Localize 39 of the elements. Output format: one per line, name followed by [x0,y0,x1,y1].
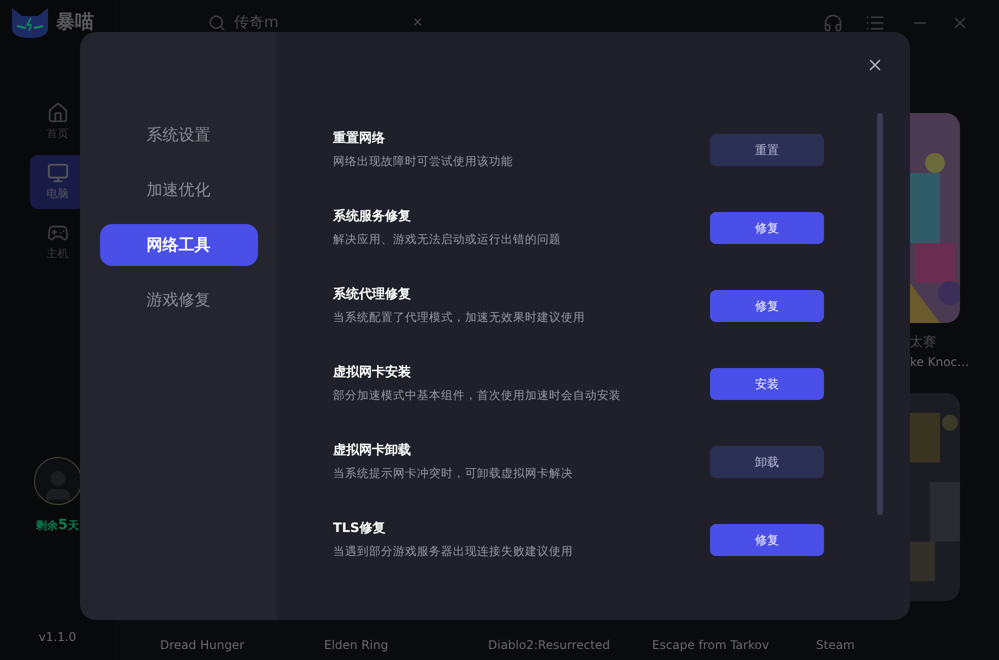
tool-description: 解决应用、游戏无法启动或运行出错的问题 [333,230,562,248]
version-label: v1.1.0 [38,629,76,646]
tool-description: 网络出现故障时可尝试使用该功能 [333,152,514,170]
tool-title: TLS修复 [333,520,387,538]
settings-tab[interactable]: 网络工具 [100,224,258,266]
tool-button[interactable]: 卸载 [710,446,824,478]
support-icon[interactable] [823,12,843,32]
tool-button[interactable]: 修复 [710,524,824,556]
game-subtitle: Diablo2:Resurrected [488,638,610,652]
tool-button[interactable]: 重置 [710,134,824,166]
tool-button[interactable]: 修复 [710,212,824,244]
settings-tab[interactable]: 系统设置 [100,114,258,156]
tool-button[interactable]: 安装 [710,368,824,400]
game-title: 太赛 [910,334,937,352]
tool-description: 当系统提示网卡冲突时，可卸载虚拟网卡解决 [333,464,574,482]
remaining-days: 剩余5天 [36,515,79,536]
settings-tab[interactable]: 游戏修复 [100,279,258,321]
tool-title: 虚拟网卡卸载 [333,442,412,460]
game-subtitle: Dread Hunger [160,638,244,652]
avatar[interactable] [34,457,82,505]
game-subtitle: Steam [816,638,855,652]
home-icon [46,102,68,124]
monitor-icon [46,162,68,184]
search-value: 传奇m [234,12,280,34]
game-subtitle: Escape from Tarkov [652,638,769,652]
search-icon [208,14,226,32]
scrollbar[interactable] [877,113,883,515]
tool-title: 重置网络 [333,130,386,148]
game-subtitle: Elden Ring [324,638,388,652]
settings-tab[interactable]: 加速优化 [100,169,258,211]
logo-text: 暴喵 [56,10,94,36]
tool-description: 部分加速模式中基本组件，首次使用加速时会自动安装 [333,386,622,404]
tool-button[interactable]: 修复 [710,290,824,322]
tool-title: 虚拟网卡安装 [333,364,412,382]
tool-description: 当遇到部分游戏服务器出现连接失败建议使用 [333,542,574,560]
tool-title: 系统服务修复 [333,208,412,226]
tool-description: 当系统配置了代理模式，加速无效果时建议使用 [333,308,586,326]
tool-title: 系统代理修复 [333,286,412,304]
game-subtitle: ke Knoc… [910,354,970,370]
